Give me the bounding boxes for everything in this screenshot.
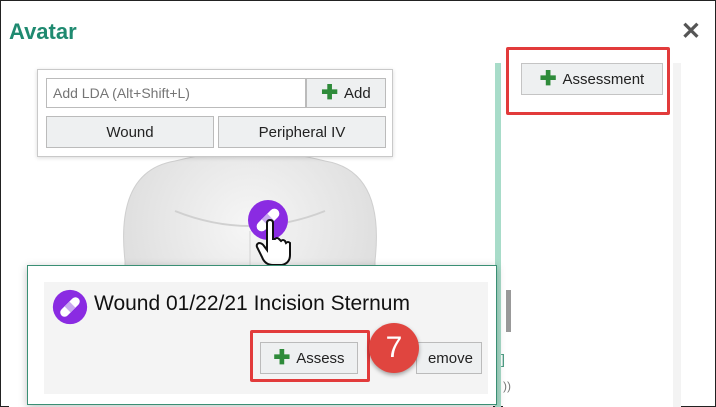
- highlight-box-assessment: [506, 47, 670, 115]
- remove-button[interactable]: emove: [416, 342, 482, 374]
- popup-title: Wound 01/22/21 Incision Sternum: [94, 292, 410, 315]
- peripheral-iv-button[interactable]: Peripheral IV: [218, 116, 386, 148]
- window-title: Avatar: [9, 19, 77, 44]
- highlight-box-assess: [250, 330, 370, 382]
- lda-panel: ✚ Add Wound Peripheral IV: [37, 69, 393, 157]
- wound-button[interactable]: Wound: [46, 116, 214, 148]
- lda-add-button[interactable]: ✚ Add: [306, 78, 386, 108]
- bracket-mark: ]: [501, 351, 505, 367]
- scrollbar[interactable]: [673, 63, 681, 407]
- lda-add-label: Add: [344, 84, 371, 102]
- bandage-icon: [52, 289, 88, 325]
- hand-cursor-icon: [255, 219, 291, 266]
- lda-popup: Wound 01/22/21 Incision Sternum ✚ Assess…: [27, 265, 511, 405]
- close-icon[interactable]: ✕: [681, 20, 701, 44]
- lda-search-input[interactable]: [46, 78, 306, 108]
- ellipsis-mark: )): [503, 379, 511, 393]
- plus-icon: ✚: [321, 82, 339, 104]
- step-badge: 7: [369, 323, 419, 373]
- remove-label: emove: [427, 349, 473, 367]
- avatar-window: Avatar ✕ ✚ Add Wound Peripheral IV: [0, 0, 716, 407]
- popup-scrollbar[interactable]: [506, 290, 511, 332]
